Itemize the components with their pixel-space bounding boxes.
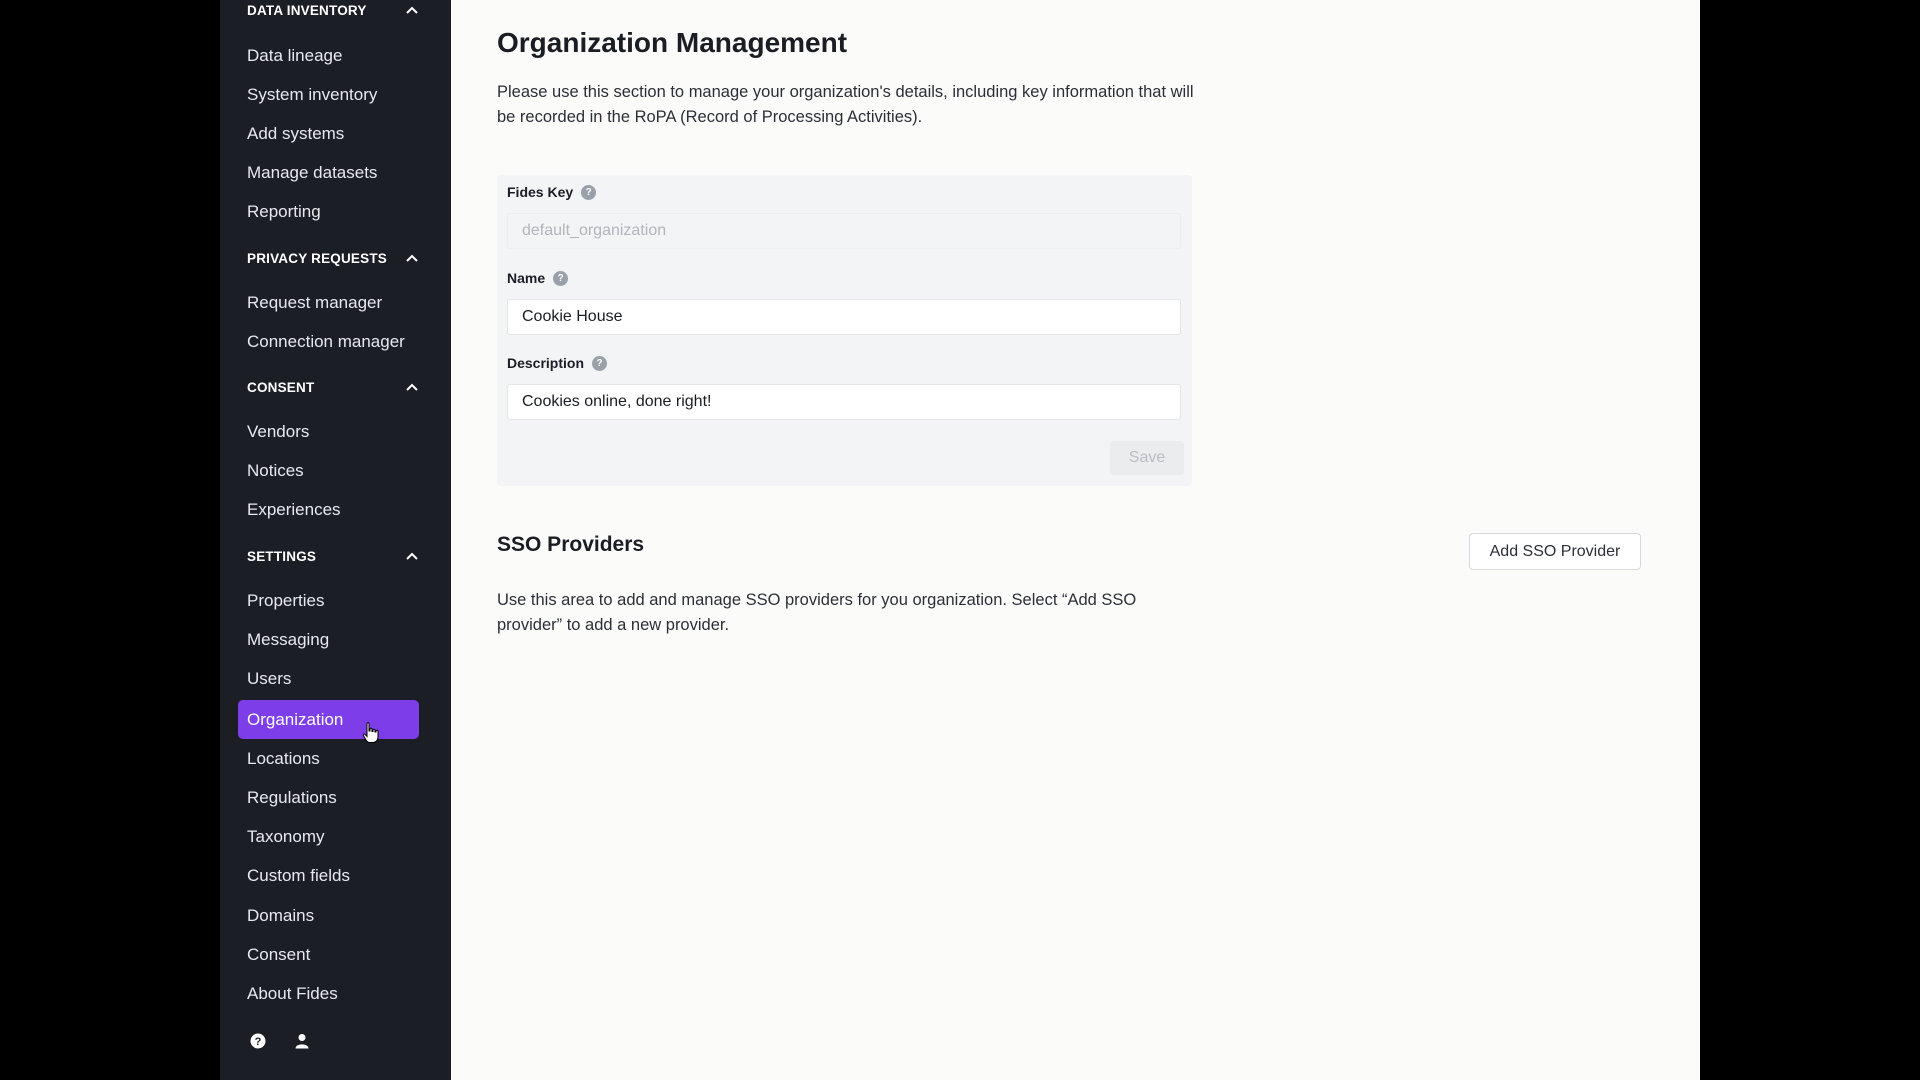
main-content: Organization Management Please use this … <box>451 0 1700 1080</box>
chevron-up-icon <box>401 376 423 398</box>
sidebar-item-domains[interactable]: Domains <box>238 896 419 935</box>
sidebar-footer: ? <box>247 1030 313 1052</box>
sidebar-item-reporting[interactable]: Reporting <box>238 192 419 231</box>
sidebar-item-notices[interactable]: Notices <box>238 451 419 490</box>
sidebar-item-regulations[interactable]: Regulations <box>238 778 419 817</box>
sidebar-item-data-lineage[interactable]: Data lineage <box>238 36 419 75</box>
sidebar-item-consent[interactable]: Consent <box>238 935 419 974</box>
sidebar-item-system-inventory[interactable]: System inventory <box>238 75 419 114</box>
user-icon[interactable] <box>291 1030 313 1052</box>
name-label-text: Name <box>507 270 546 286</box>
sidebar-item-about-fides[interactable]: About Fides <box>238 974 419 1013</box>
nav-group-data-inventory[interactable]: DATA INVENTORY <box>247 0 423 22</box>
description-label: Description ? <box>507 355 608 371</box>
fides-key-label: Fides Key ? <box>507 184 597 200</box>
sidebar-item-add-systems[interactable]: Add systems <box>238 114 419 153</box>
sidebar: DATA INVENTORY Data lineage System inven… <box>220 0 451 1080</box>
sidebar-item-organization[interactable]: Organization <box>238 700 419 739</box>
sso-description: Use this area to add and manage SSO prov… <box>497 591 1137 634</box>
description-label-text: Description <box>507 355 585 371</box>
nav-group-label: DATA INVENTORY <box>247 2 367 18</box>
sidebar-item-request-manager[interactable]: Request manager <box>238 283 419 322</box>
description-input[interactable] <box>507 384 1181 420</box>
sidebar-item-experiences[interactable]: Experiences <box>238 490 419 529</box>
sidebar-item-custom-fields[interactable]: Custom fields <box>238 856 419 895</box>
page-description: Please use this section to manage your o… <box>497 83 1194 126</box>
svg-text:?: ? <box>255 1036 262 1048</box>
nav-group-consent[interactable]: CONSENT <box>247 375 423 399</box>
question-mark-icon[interactable]: ? <box>553 270 569 286</box>
app-frame: DATA INVENTORY Data lineage System inven… <box>220 0 1700 1080</box>
save-button[interactable]: Save <box>1110 441 1184 475</box>
sso-section-title: SSO Providers <box>497 533 645 556</box>
chevron-up-icon <box>401 545 423 567</box>
sidebar-item-users[interactable]: Users <box>238 659 419 698</box>
question-mark-icon[interactable]: ? <box>592 355 608 371</box>
organization-form: Fides Key ? Name ? Description ? Save <box>497 175 1192 486</box>
hand-cursor-icon <box>362 722 380 744</box>
nav-group-privacy-requests[interactable]: PRIVACY REQUESTS <box>247 246 423 270</box>
fides-key-input[interactable] <box>507 213 1181 249</box>
name-label: Name ? <box>507 270 569 286</box>
sidebar-item-connection-manager[interactable]: Connection manager <box>238 322 419 361</box>
add-sso-provider-button[interactable]: Add SSO Provider <box>1469 533 1641 570</box>
fides-key-label-text: Fides Key <box>507 184 574 200</box>
nav-group-label: PRIVACY REQUESTS <box>247 250 387 266</box>
sidebar-item-vendors[interactable]: Vendors <box>238 412 419 451</box>
sidebar-item-locations[interactable]: Locations <box>238 739 419 778</box>
question-mark-icon[interactable]: ? <box>581 184 597 200</box>
sidebar-item-properties[interactable]: Properties <box>238 581 419 620</box>
nav-group-label: CONSENT <box>247 379 315 395</box>
page-title: Organization Management <box>497 27 848 58</box>
sidebar-item-manage-datasets[interactable]: Manage datasets <box>238 153 419 192</box>
chevron-up-icon <box>401 247 423 269</box>
sidebar-item-messaging[interactable]: Messaging <box>238 620 419 659</box>
nav-group-settings[interactable]: SETTINGS <box>247 544 423 568</box>
name-input[interactable] <box>507 299 1181 335</box>
nav-group-label: SETTINGS <box>247 548 317 564</box>
sidebar-item-taxonomy[interactable]: Taxonomy <box>238 817 419 856</box>
chevron-up-icon <box>401 0 423 21</box>
help-circle-icon[interactable]: ? <box>247 1030 269 1052</box>
